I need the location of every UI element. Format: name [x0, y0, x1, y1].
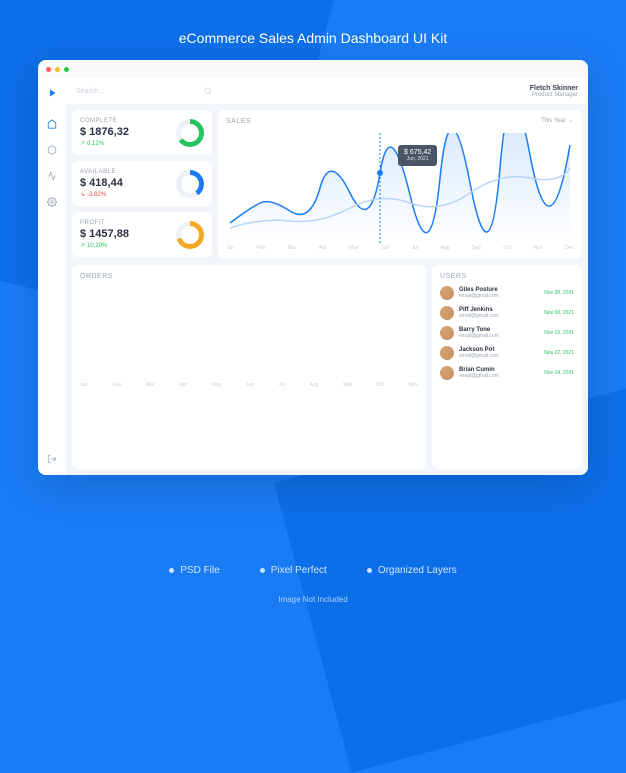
minimize-dot[interactable] [55, 67, 60, 72]
promo-footer: Image Not Included [0, 595, 626, 604]
kpi-value: $ 1876,32 [80, 126, 129, 138]
user-name: Fletch Skinner [530, 85, 578, 92]
chart-tooltip: $ 675,42 Jun, 2021 [398, 145, 437, 166]
orders-title: ORDERS [80, 273, 418, 280]
window-titlebar [38, 60, 588, 78]
sales-card: SALES This Year [218, 110, 582, 259]
search-icon [204, 87, 212, 95]
user-row[interactable]: Giles Postureemail@gmail.comNov 28, 2021 [440, 286, 574, 300]
nav-analytics-icon[interactable] [46, 170, 58, 182]
orders-card: ORDERS JanFebMarAprMayJunJulAugSepOctNov [72, 265, 426, 469]
user-row-date: Nov 14, 2021 [544, 370, 574, 376]
kpi-value: $ 1457,88 [80, 228, 129, 240]
sales-x-axis: JanFebMarAprMayJunJulAugSepOctNovDec [226, 245, 574, 251]
kpi-column: COMPLETE $ 1876,32 ↗0,12% AVAILABLE $ 418,44… [72, 110, 212, 259]
avatar [440, 366, 454, 380]
kpi-label: PROFIT [80, 220, 129, 226]
nav-home-icon[interactable] [46, 118, 58, 130]
close-dot[interactable] [46, 67, 51, 72]
maximize-dot[interactable] [64, 67, 69, 72]
user-row[interactable]: Jackson Potemail@gmail.comNov 22, 2021 [440, 346, 574, 360]
kpi-label: COMPLETE [80, 118, 129, 124]
bullet-icon [169, 568, 174, 573]
feature-item: Organized Layers [367, 565, 457, 576]
avatar [440, 326, 454, 340]
user-row-date: Nov 22, 2021 [544, 350, 574, 356]
user-row-email: email@gmail.com [459, 333, 539, 339]
user-row[interactable]: Barry Toneemail@gmail.comNov 19, 2021 [440, 326, 574, 340]
orders-x-axis: JanFebMarAprMayJunJulAugSepOctNov [80, 382, 418, 388]
app-window: Search... Fletch Skinner Product Manager… [38, 60, 588, 475]
nav-cube-icon[interactable] [46, 144, 58, 156]
user-row-date: Nov 28, 2021 [544, 290, 574, 296]
kpi-card: COMPLETE $ 1876,32 ↗0,12% [72, 110, 212, 155]
avatar [440, 306, 454, 320]
kpi-card: PROFIT $ 1457,88 ↗10,20% [72, 212, 212, 257]
feature-item: PSD File [169, 565, 219, 576]
orders-bar-chart [80, 288, 418, 378]
search-placeholder: Search... [76, 88, 104, 95]
topbar: Search... Fletch Skinner Product Manager [66, 78, 588, 104]
kpi-card: AVAILABLE $ 418,44 ↘-3.82% [72, 161, 212, 206]
donut-chart [176, 221, 204, 249]
sales-title: SALES [226, 118, 574, 125]
kpi-label: AVAILABLE [80, 169, 123, 175]
user-row[interactable]: Brian Cuminemail@gmail.comNov 14, 2021 [440, 366, 574, 380]
bullet-icon [260, 568, 265, 573]
promo-features: PSD File Pixel Perfect Organized Layers [0, 565, 626, 576]
user-row-date: Nov 19, 2021 [544, 330, 574, 336]
user-row-email: email@gmail.com [459, 353, 539, 359]
bullet-icon [367, 568, 372, 573]
feature-item: Pixel Perfect [260, 565, 327, 576]
kpi-delta: ↘-3.82% [80, 191, 123, 198]
user-profile[interactable]: Fletch Skinner Product Manager [530, 85, 578, 98]
avatar [440, 286, 454, 300]
user-row[interactable]: Piff Jenkinsemail@gmail.comNov 08, 2021 [440, 306, 574, 320]
user-row-date: Nov 08, 2021 [544, 310, 574, 316]
nav-settings-icon[interactable] [46, 196, 58, 208]
sales-filter-dropdown[interactable]: This Year [541, 118, 574, 124]
user-row-email: email@gmail.com [459, 313, 539, 319]
donut-chart [176, 170, 204, 198]
kpi-delta: ↗10,20% [80, 242, 129, 249]
user-role: Product Manager [530, 92, 578, 98]
kpi-value: $ 418,44 [80, 177, 123, 189]
logout-icon[interactable] [46, 453, 58, 465]
search-input[interactable]: Search... [76, 87, 212, 95]
chevron-down-icon [568, 118, 574, 124]
logo-icon [46, 86, 58, 104]
donut-chart [176, 119, 204, 147]
promo-title: eCommerce Sales Admin Dashboard UI Kit [0, 30, 626, 46]
users-title: USERS [440, 273, 574, 280]
user-row-email: email@gmail.com [459, 293, 539, 299]
users-list: Giles Postureemail@gmail.comNov 28, 2021… [440, 286, 574, 380]
avatar [440, 346, 454, 360]
sales-line-chart: $ 675,42 Jun, 2021 [226, 133, 574, 243]
sidebar [38, 78, 66, 475]
users-card: USERS Giles Postureemail@gmail.comNov 28… [432, 265, 582, 469]
user-row-email: email@gmail.com [459, 373, 539, 379]
kpi-delta: ↗0,12% [80, 140, 129, 147]
